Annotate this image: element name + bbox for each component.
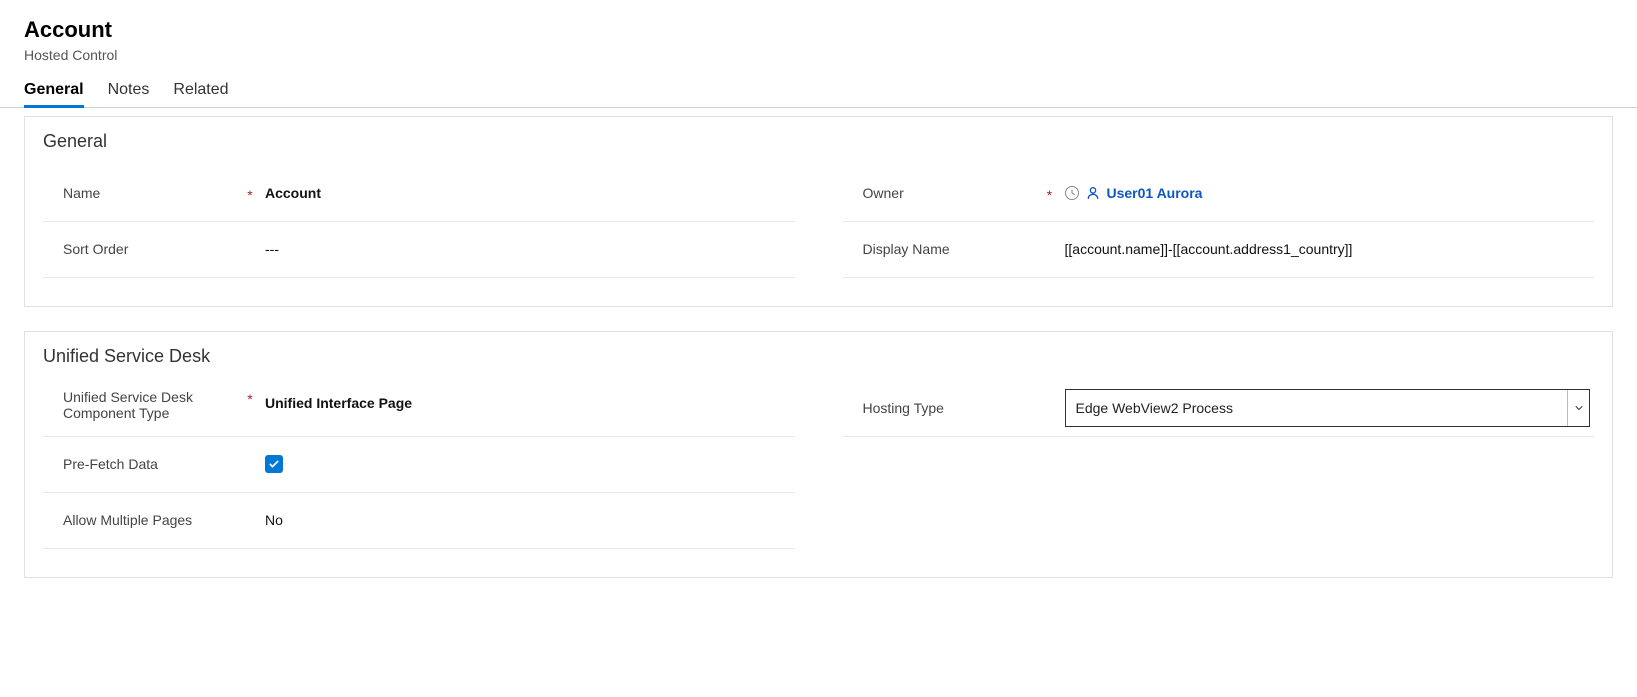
field-name[interactable]: Name * Account <box>43 166 795 222</box>
tab-related[interactable]: Related <box>173 81 228 107</box>
field-sort-order[interactable]: Sort Order --- <box>43 222 795 278</box>
required-spacer <box>1043 407 1057 410</box>
hosting-type-select[interactable]: Edge WebView2 Process <box>1065 389 1591 427</box>
page-title: Account <box>24 16 1613 45</box>
field-allow-multi-value: No <box>257 512 795 528</box>
field-pre-fetch-label: Pre-Fetch Data <box>63 456 158 472</box>
field-allow-multi[interactable]: Allow Multiple Pages No <box>43 493 795 549</box>
required-spacer <box>1043 248 1057 251</box>
page-subtitle: Hosted Control <box>24 47 1613 63</box>
person-icon <box>1085 185 1101 201</box>
field-name-value: Account <box>257 185 795 201</box>
field-sort-order-label: Sort Order <box>63 241 128 257</box>
field-component-type[interactable]: Unified Service Desk Component Type * Un… <box>43 381 795 437</box>
required-spacer <box>243 519 257 522</box>
required-icon: * <box>1043 185 1057 202</box>
clock-icon <box>1065 186 1079 200</box>
field-owner-label: Owner <box>863 185 904 201</box>
field-display-name[interactable]: Display Name [[account.name]]-[[account.… <box>843 222 1595 278</box>
field-component-type-value: Unified Interface Page <box>257 389 795 411</box>
pre-fetch-checkbox[interactable] <box>265 455 283 473</box>
field-display-name-value: [[account.name]]-[[account.address1_coun… <box>1057 241 1595 257</box>
tab-general[interactable]: General <box>24 81 84 107</box>
tab-notes[interactable]: Notes <box>108 81 150 107</box>
field-sort-order-value: --- <box>257 241 795 257</box>
section-general: General Name * Account Sort Order --- <box>24 116 1613 307</box>
field-hosting-type: Hosting Type Edge WebView2 Process <box>843 381 1595 437</box>
section-usd-title: Unified Service Desk <box>43 346 1594 367</box>
tab-list: General Notes Related <box>0 63 1637 108</box>
required-icon: * <box>243 389 257 406</box>
field-owner-value[interactable]: User01 Aurora <box>1107 185 1203 201</box>
hosting-type-select-value: Edge WebView2 Process <box>1076 400 1568 416</box>
required-icon: * <box>243 185 257 202</box>
required-spacer <box>243 248 257 251</box>
field-allow-multi-label: Allow Multiple Pages <box>63 512 192 528</box>
field-hosting-type-label: Hosting Type <box>863 400 944 416</box>
field-pre-fetch[interactable]: Pre-Fetch Data <box>43 437 795 493</box>
chevron-down-icon <box>1567 390 1589 426</box>
field-component-type-label: Unified Service Desk Component Type <box>63 389 243 421</box>
required-spacer <box>243 463 257 466</box>
section-general-title: General <box>43 131 1594 152</box>
field-name-label: Name <box>63 185 100 201</box>
section-usd: Unified Service Desk Unified Service Des… <box>24 331 1613 578</box>
field-owner[interactable]: Owner * User01 Aurora <box>843 166 1595 222</box>
field-display-name-label: Display Name <box>863 241 950 257</box>
